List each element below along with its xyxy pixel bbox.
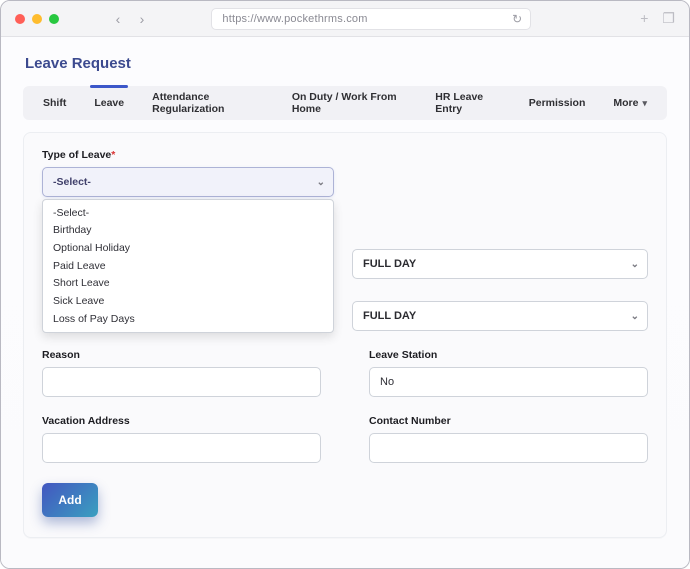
maximize-window-icon[interactable] (49, 14, 59, 24)
chevron-down-icon: ▾ (642, 98, 647, 109)
tab-on-duty-wfh[interactable]: On Duty / Work From Home (278, 86, 421, 120)
dropdown-option[interactable]: -Select- (43, 204, 333, 222)
vacation-address-label: Vacation Address (42, 415, 321, 427)
contact-number-input[interactable] (369, 433, 648, 463)
dropdown-option[interactable]: Loss of Pay Days (43, 310, 333, 328)
window-controls (15, 14, 59, 24)
dropdown-option[interactable]: Short Leave (43, 275, 333, 293)
tab-shift[interactable]: Shift (29, 86, 80, 120)
day-type-select-1[interactable]: FULL DAY ⌄ (352, 249, 648, 279)
browser-chrome: ‹ › https://www.pockethrms.com ↻ + ❐ (1, 1, 689, 37)
dropdown-option[interactable]: Optional Holiday (43, 239, 333, 257)
type-of-leave-label: Type of Leave* (42, 149, 648, 161)
reload-icon[interactable]: ↻ (512, 12, 522, 26)
dropdown-option[interactable]: Sick Leave (43, 292, 333, 310)
url-text: https://www.pockethrms.com (222, 13, 367, 25)
required-asterisk: * (111, 149, 115, 161)
tab-hr-leave-entry[interactable]: HR Leave Entry (421, 86, 514, 120)
tab-permission[interactable]: Permission (515, 86, 600, 120)
dropdown-option[interactable]: Birthday (43, 222, 333, 240)
url-bar[interactable]: https://www.pockethrms.com ↻ (211, 8, 531, 30)
tab-bar: Shift Leave Attendance Regularization On… (23, 86, 667, 120)
leave-station-input[interactable]: No (369, 367, 648, 397)
leave-form: Type of Leave* -Select- ⌄ -Select- Birth… (23, 132, 667, 538)
forward-button[interactable]: › (131, 9, 153, 29)
reason-label: Reason (42, 349, 321, 361)
leave-station-label: Leave Station (369, 349, 648, 361)
dropdown-option[interactable]: Paid Leave (43, 257, 333, 275)
add-button[interactable]: Add (42, 483, 98, 517)
tab-more[interactable]: More ▾ (599, 86, 661, 120)
chevron-down-icon: ⌄ (317, 177, 325, 188)
chevron-down-icon: ⌄ (631, 259, 639, 270)
vacation-address-input[interactable] (42, 433, 321, 463)
contact-number-label: Contact Number (369, 415, 648, 427)
tabs-icon[interactable]: ❐ (662, 10, 675, 27)
tab-attendance-regularization[interactable]: Attendance Regularization (138, 86, 278, 120)
type-of-leave-dropdown: -Select- Birthday Optional Holiday Paid … (42, 199, 334, 333)
close-window-icon[interactable] (15, 14, 25, 24)
type-of-leave-select[interactable]: -Select- ⌄ (42, 167, 334, 197)
chevron-down-icon: ⌄ (631, 311, 639, 322)
minimize-window-icon[interactable] (32, 14, 42, 24)
back-button[interactable]: ‹ (107, 9, 129, 29)
page-title: Leave Request (25, 55, 665, 72)
day-type-select-2[interactable]: FULL DAY ⌄ (352, 301, 648, 331)
tab-leave[interactable]: Leave (80, 86, 138, 120)
add-tab-icon[interactable]: + (640, 10, 648, 27)
reason-input[interactable] (42, 367, 321, 397)
